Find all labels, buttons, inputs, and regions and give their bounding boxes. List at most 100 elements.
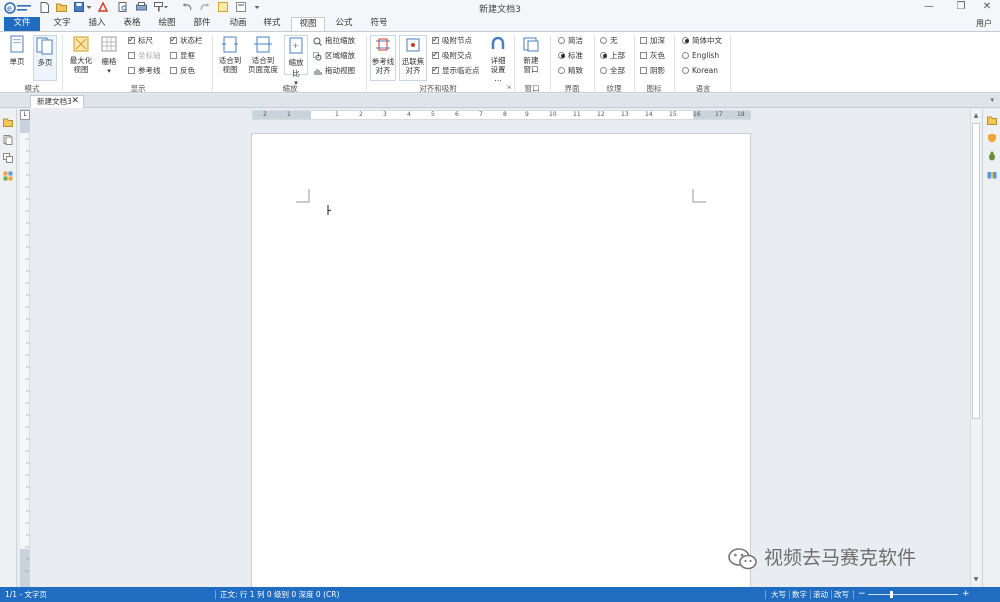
tab-formula[interactable]: 公式 [330, 17, 358, 31]
vertical-scrollbar[interactable]: ▲ ▼ [970, 109, 981, 587]
print-icon[interactable] [136, 2, 147, 14]
ruler-checkbox[interactable]: 标尺 [128, 34, 153, 47]
checkbox-icon [128, 66, 135, 74]
fit-view-button[interactable]: 适合到 视图 [216, 35, 244, 81]
tab-animation[interactable]: 动画 [224, 17, 252, 31]
coords-checkbox[interactable]: 坐标轴 [128, 50, 161, 62]
grid-dropdown-icon[interactable]: ▾ [99, 67, 119, 75]
shield-icon[interactable] [987, 133, 997, 143]
save-icon[interactable] [74, 2, 84, 14]
detail-settings-button[interactable]: 详细 设置 ... [486, 35, 510, 83]
horizontal-ruler[interactable]: 2 1 1 2 3 4 5 6 7 8 9 10 11 12 13 14 15 … [252, 110, 751, 120]
scrollbar-thumb[interactable] [972, 123, 980, 419]
checkbox-icon [170, 34, 177, 46]
resources-icon[interactable] [3, 171, 13, 181]
print-preview-icon[interactable] [118, 2, 128, 14]
tab-table[interactable]: 表格 [118, 17, 146, 31]
zoom-slider[interactable] [868, 594, 958, 595]
document-page[interactable] [251, 133, 751, 587]
tab-text[interactable]: 文字 [48, 17, 76, 31]
guide-align-button[interactable]: 参考线 对齐 [370, 35, 396, 81]
interface-option-simple[interactable]: 简洁 [558, 35, 583, 47]
page-indicator: 1/1 - 文字页 [5, 590, 48, 599]
folder-panel-icon[interactable] [987, 115, 997, 125]
tab-symbol[interactable]: 符号 [365, 17, 393, 31]
format-painter-icon[interactable] [154, 2, 168, 14]
snap-intersect-checkbox[interactable]: 吸附交点 [432, 49, 472, 62]
invert-checkbox[interactable]: 反色 [170, 65, 195, 77]
statusbar-checkbox[interactable]: 状态栏 [170, 34, 203, 47]
user-menu[interactable]: 用户 [976, 18, 992, 29]
maximize-view-button[interactable]: 最大化 视图 [66, 35, 96, 81]
ruler-number: 7 [479, 111, 483, 118]
vertical-ruler[interactable] [20, 109, 30, 587]
tab-view[interactable]: 视图 [291, 17, 325, 31]
minimize-button[interactable]: — [918, 0, 940, 14]
dialog-launcher-icon[interactable]: ⇲ [506, 84, 511, 91]
snap-node-checkbox[interactable]: 吸附节点 [432, 34, 472, 47]
customize-toolbar-icon[interactable] [254, 2, 260, 14]
pages-icon[interactable] [3, 135, 13, 145]
interface-option-standard[interactable]: 标准 [558, 50, 583, 62]
undo-icon[interactable] [182, 2, 192, 14]
fit-page-width-button[interactable]: 适合到 页面宽度 [246, 35, 280, 81]
fast-align-button[interactable]: 迅联焦 对齐 [399, 35, 427, 81]
tab-parts[interactable]: 部件 [188, 17, 216, 31]
close-button[interactable]: ✕ [976, 0, 998, 14]
grid-button[interactable]: 栅格 ▾ [99, 35, 119, 81]
region-zoom-button[interactable]: 区域缩放 [313, 50, 355, 62]
tab-list-dropdown-icon[interactable]: ▾ [990, 96, 994, 104]
open-folder-icon[interactable] [56, 2, 67, 14]
language-option-ko[interactable]: Korean [682, 65, 718, 77]
interface-option-refined[interactable]: 精致 [558, 65, 583, 77]
icon-option-deepen[interactable]: 加深 [640, 35, 665, 47]
region-zoom-label: 区域缩放 [325, 51, 355, 60]
document-tab-close-icon[interactable]: ✕ [71, 96, 79, 107]
zoom-slider-thumb[interactable] [890, 591, 893, 598]
save-dropdown-icon[interactable] [86, 2, 92, 14]
tab-insert[interactable]: 插入 [83, 17, 111, 31]
tab-draw[interactable]: 绘图 [153, 17, 181, 31]
new-doc-icon[interactable] [40, 2, 49, 14]
multi-page-icon [36, 37, 53, 55]
scroll-up-icon[interactable]: ▲ [971, 111, 981, 121]
scroll-indicator: 滚动 [813, 590, 828, 599]
language-option-zh[interactable]: 简体中文 [682, 35, 722, 47]
drag-view-button[interactable]: 拖动视图 [313, 65, 355, 77]
icon-option-shadow[interactable]: 阴影 [640, 65, 665, 77]
ruler-corner-button[interactable]: L [20, 110, 30, 120]
screenshot-icon[interactable] [218, 2, 228, 14]
guides-checkbox[interactable]: 参考线 [128, 65, 161, 77]
maximize-button[interactable]: ❐ [950, 0, 972, 14]
copy-icon[interactable] [3, 153, 13, 163]
texture-option-all[interactable]: 全部 [600, 65, 625, 77]
texture-option-top[interactable]: 上部 [600, 50, 625, 62]
single-page-button[interactable]: 单页 [6, 35, 28, 81]
picture-frame-checkbox[interactable]: 显框 [170, 50, 195, 62]
pdf-export-icon[interactable] [97, 1, 109, 14]
app-logo-icon[interactable]: e [4, 2, 34, 14]
redo-icon[interactable] [200, 2, 210, 14]
tab-styles[interactable]: 样式 [258, 17, 286, 31]
template-icon[interactable] [236, 2, 246, 14]
zoom-ratio-button[interactable]: + 缩放比 ▾ [284, 35, 308, 87]
scroll-down-icon[interactable]: ▼ [971, 575, 981, 585]
new-window-button[interactable]: 新建 窗口 [518, 35, 544, 81]
zoom-out-icon[interactable]: − [858, 587, 866, 602]
zoom-in-icon[interactable]: + [962, 587, 970, 602]
show-nearest-checkbox[interactable]: 显示临近点 [432, 64, 480, 77]
bug-icon[interactable] [987, 151, 997, 161]
ribbon-separator [62, 35, 63, 91]
drag-zoom-label: 拖拉缩放 [325, 36, 355, 45]
drag-zoom-button[interactable]: 拖拉缩放 [313, 35, 355, 47]
language-option-en[interactable]: English [682, 50, 719, 62]
ribbon-separator [674, 35, 675, 91]
gift-icon[interactable] [987, 169, 997, 179]
folder-icon[interactable] [3, 117, 13, 127]
icon-option-gray[interactable]: 灰色 [640, 50, 665, 62]
texture-option-none[interactable]: 无 [600, 35, 618, 47]
ribbon-separator [366, 35, 367, 91]
multi-page-button[interactable]: 多页 [33, 35, 57, 81]
document-tab[interactable]: 新建文档3 ✕ [30, 95, 84, 108]
tab-file[interactable]: 文件 [4, 17, 40, 31]
